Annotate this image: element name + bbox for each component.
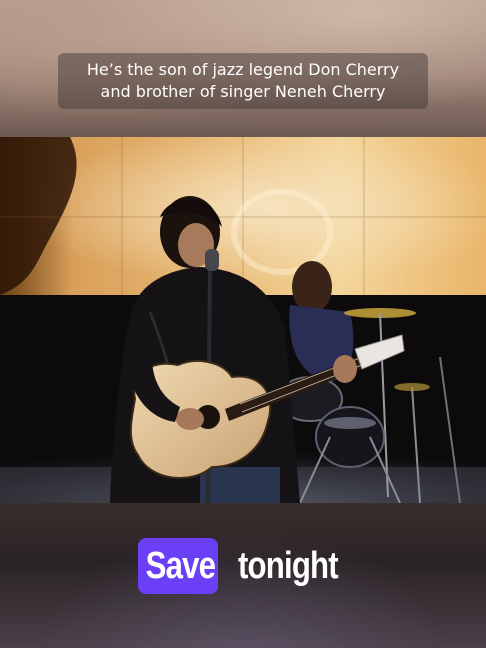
caption-line-1: He’s the son of jazz legend Don Cherry (86, 60, 400, 79)
caption-line-2: and brother of singer Neneh Cherry (100, 82, 386, 101)
video-frame[interactable] (0, 137, 486, 503)
performance-scene (0, 137, 486, 503)
video-post-frame: He’s the son of jazz legend Don Cherry a… (0, 0, 486, 648)
lyric-active-word-text: Save (145, 545, 216, 587)
caption-box: He’s the son of jazz legend Don Cherry a… (58, 53, 428, 109)
lyric-active-word: Save (138, 538, 218, 594)
lyric-next-word: tonight (238, 545, 339, 587)
lyric-overlay: Save tonight (0, 538, 486, 596)
